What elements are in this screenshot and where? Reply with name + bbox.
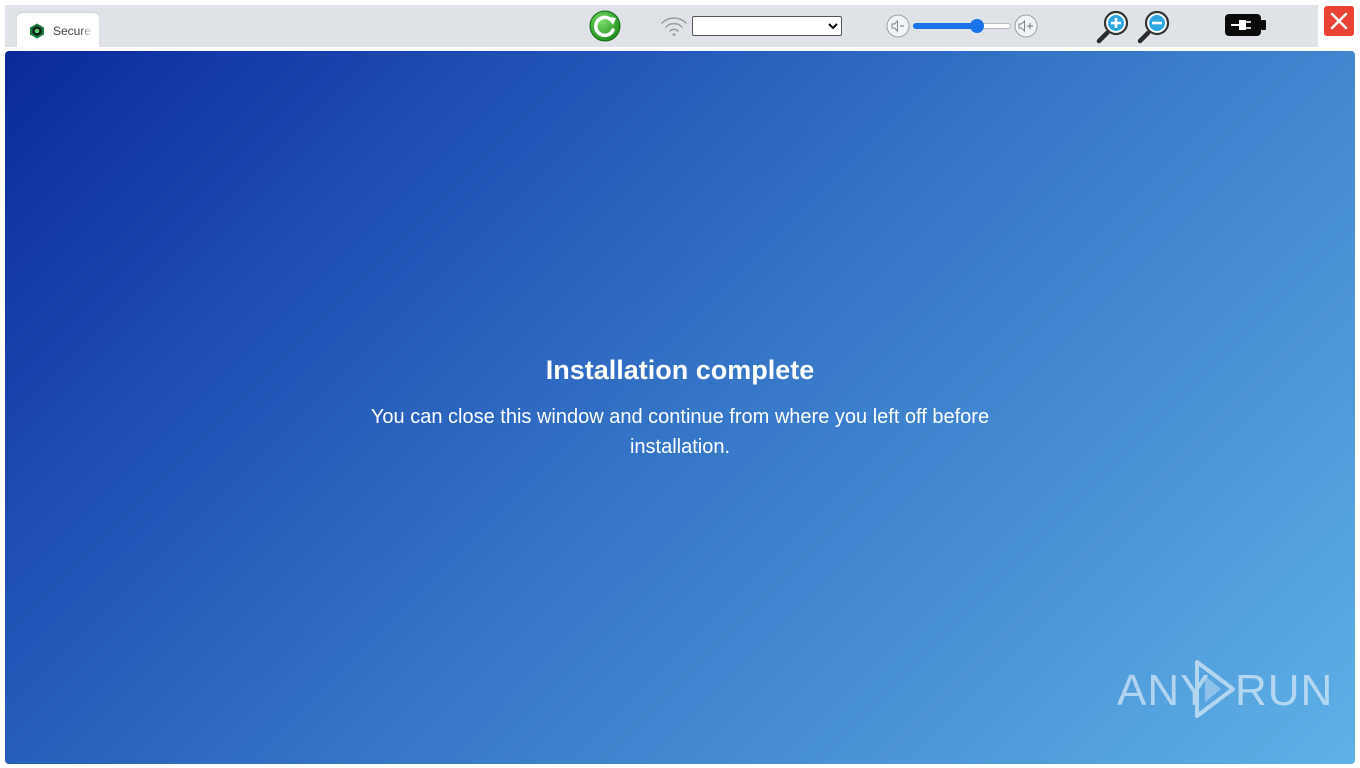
volume-slider-fill: [913, 23, 977, 29]
tab-secure[interactable]: Secure: [17, 13, 99, 47]
close-button[interactable]: [1324, 6, 1354, 36]
plug-icon[interactable]: [1224, 12, 1268, 38]
installer-content: Installation complete You can close this…: [5, 51, 1355, 764]
zoom-out-icon[interactable]: [1136, 9, 1172, 45]
network-select[interactable]: [692, 16, 842, 36]
completion-message: Installation complete You can close this…: [5, 352, 1355, 462]
volume-slider[interactable]: [913, 19, 1011, 33]
tab-title: Secure: [53, 24, 92, 38]
shield-icon: [29, 23, 45, 39]
window-frame: Secure Installation complete You can clo…: [0, 0, 1360, 768]
wifi-icon[interactable]: [659, 14, 689, 38]
watermark-text-run: RUN: [1235, 666, 1334, 715]
refresh-icon[interactable]: [588, 9, 622, 43]
volume-up-icon[interactable]: [1014, 14, 1038, 38]
close-icon: [1330, 12, 1348, 30]
volume-slider-thumb[interactable]: [970, 19, 984, 33]
zoom-in-icon[interactable]: [1095, 9, 1131, 45]
play-logo-icon: [1193, 658, 1237, 725]
volume-down-icon[interactable]: [886, 14, 910, 38]
toolbar: Secure: [5, 5, 1318, 47]
page-title: Installation complete: [545, 355, 815, 385]
anyrun-watermark: ANY RUN: [1117, 656, 1332, 725]
completion-description: You can close this window and continue f…: [370, 406, 990, 458]
